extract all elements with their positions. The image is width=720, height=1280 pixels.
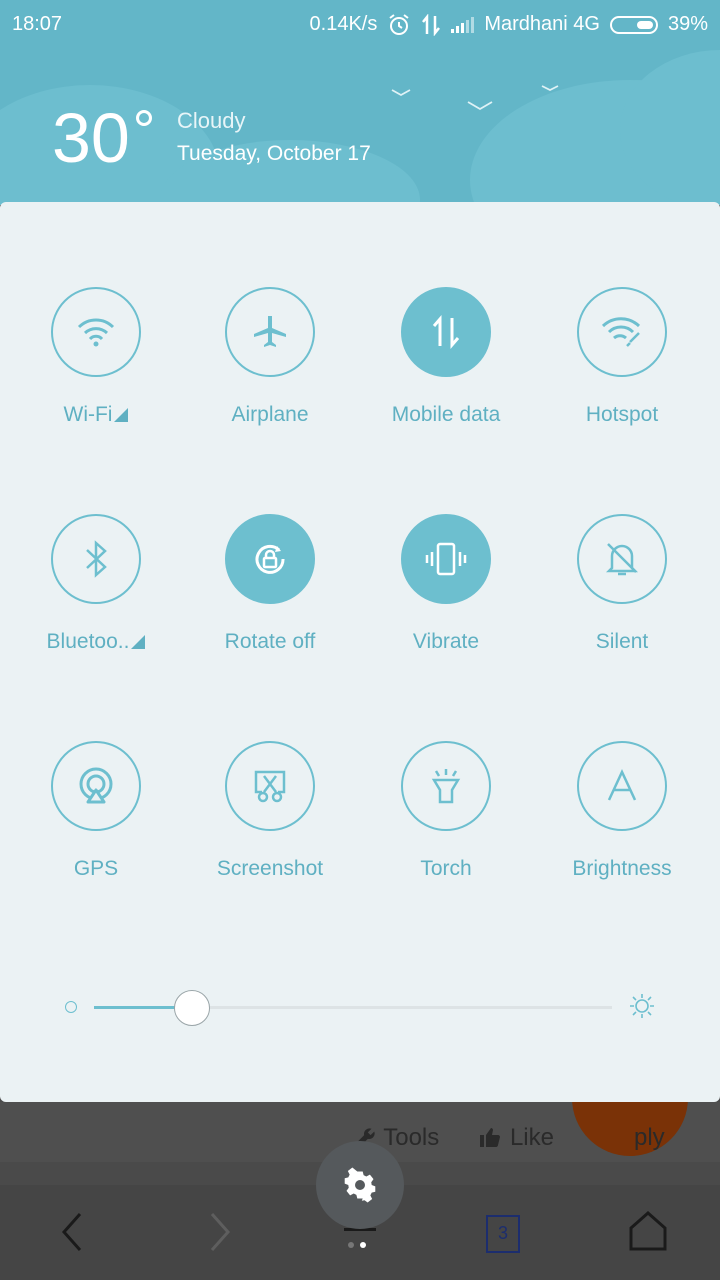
- vibrate-icon: [425, 542, 467, 576]
- toggle-label: Hotspot: [585, 403, 659, 426]
- toggle-silent[interactable]: Silent: [534, 514, 710, 654]
- toggle-airplane[interactable]: Airplane: [182, 287, 358, 427]
- thumbs-up-icon: [480, 1128, 501, 1147]
- rotate-lock-icon: [255, 544, 285, 574]
- toggle-label: Bluetoo..: [8, 630, 184, 654]
- toggle-torch-button[interactable]: [401, 741, 491, 831]
- toggle-label: Screenshot: [216, 857, 324, 880]
- carrier-label: Mardhani 4G: [484, 13, 600, 35]
- toggle-airplane-button[interactable]: [225, 287, 315, 377]
- mobile-data-icon: [432, 314, 460, 350]
- brightness-slider-thumb[interactable]: [174, 990, 211, 1026]
- toggle-label: Brightness: [572, 857, 672, 880]
- battery-percent: 39%: [667, 13, 708, 35]
- gear-icon: [344, 1167, 376, 1203]
- alarm-icon: [389, 13, 409, 35]
- battery-icon: [609, 15, 658, 34]
- weather-date: Tuesday, October 17: [177, 142, 371, 165]
- toggle-screenshot-button[interactable]: [225, 741, 315, 831]
- background-toolbar-actions: Tools Like ply: [355, 1124, 665, 1152]
- bluetooth-icon: [86, 540, 107, 578]
- toggle-hotspot[interactable]: Hotspot: [534, 287, 710, 427]
- toggle-label: Airplane: [231, 403, 309, 426]
- toggle-vibrate-button[interactable]: [401, 514, 491, 604]
- toggle-vibrate[interactable]: Vibrate: [358, 514, 534, 654]
- brightness-low-icon: [65, 1001, 77, 1013]
- weather-temperature: 30: [52, 99, 130, 177]
- status-indicators: 0.14K/s Mardhani 4G 39%: [310, 13, 708, 36]
- toggle-wifi[interactable]: Wi-Fi: [8, 287, 184, 427]
- screenshot-scissors-icon: [254, 770, 286, 803]
- toggle-label: Mobile data: [391, 403, 501, 426]
- brightness-high-icon: [630, 994, 654, 1018]
- tabs-counter[interactable]: 3: [486, 1215, 520, 1253]
- brightness-auto-icon: [607, 769, 637, 801]
- forward-arrow-icon[interactable]: [206, 1210, 234, 1254]
- toggle-label: GPS: [73, 857, 119, 880]
- toggle-brightness-button[interactable]: [577, 741, 667, 831]
- quick-settings-panel: Wi-Fi Airplane Mobile data Hotspot Bluet…: [0, 202, 720, 1102]
- net-speed: 0.14K/s: [309, 13, 378, 35]
- torch-icon: [431, 769, 461, 804]
- airplane-icon: [254, 316, 286, 347]
- toggle-hotspot-button[interactable]: [577, 287, 667, 377]
- degree-symbol: [136, 110, 152, 126]
- toggle-mobile-data[interactable]: Mobile data: [358, 287, 534, 427]
- expand-triangle-icon[interactable]: [131, 635, 146, 649]
- gps-icon: [79, 767, 113, 804]
- toggle-bluetooth[interactable]: Bluetoo..: [8, 514, 184, 654]
- toggle-label: Torch: [420, 857, 472, 880]
- toggle-label: Silent: [595, 630, 649, 653]
- toggle-rotate[interactable]: Rotate off: [182, 514, 358, 654]
- wifi-icon: [77, 318, 115, 347]
- toggle-bluetooth-button[interactable]: [51, 514, 141, 604]
- home-icon[interactable]: [628, 1210, 668, 1252]
- weather-header: 18:07 0.14K/s Mardhani 4G 39% 30 Cloudy …: [0, 0, 720, 205]
- toggle-label: Rotate off: [224, 630, 316, 653]
- toggle-brightness[interactable]: Brightness: [534, 741, 710, 881]
- status-bar: 18:07 0.14K/s Mardhani 4G 39%: [0, 0, 720, 50]
- back-arrow-icon[interactable]: [58, 1210, 86, 1254]
- signal-icon: [451, 16, 475, 33]
- page-indicator-dots: [348, 1242, 366, 1248]
- toggle-mobile-data-button[interactable]: [401, 287, 491, 377]
- data-transfer-icon: [422, 13, 441, 36]
- weather-condition: Cloudy: [177, 108, 246, 133]
- silent-bell-icon: [605, 543, 639, 576]
- toggle-gps[interactable]: GPS: [8, 741, 184, 881]
- toggle-screenshot[interactable]: Screenshot: [182, 741, 358, 881]
- toggle-gps-button[interactable]: [51, 741, 141, 831]
- expand-triangle-icon[interactable]: [114, 408, 129, 422]
- toggle-label: Wi-Fi: [8, 403, 184, 427]
- birds-icon: [391, 85, 559, 111]
- status-time: 18:07: [12, 13, 63, 35]
- reply-action-partial: ply: [633, 1124, 665, 1151]
- hotspot-icon: [601, 317, 641, 347]
- toggle-label: Vibrate: [412, 630, 480, 653]
- settings-button[interactable]: [316, 1141, 404, 1229]
- toggle-rotate-button[interactable]: [225, 514, 315, 604]
- toggle-silent-button[interactable]: [577, 514, 667, 604]
- toggle-torch[interactable]: Torch: [358, 741, 534, 881]
- toggle-wifi-button[interactable]: [51, 287, 141, 377]
- like-action: Like: [479, 1124, 554, 1152]
